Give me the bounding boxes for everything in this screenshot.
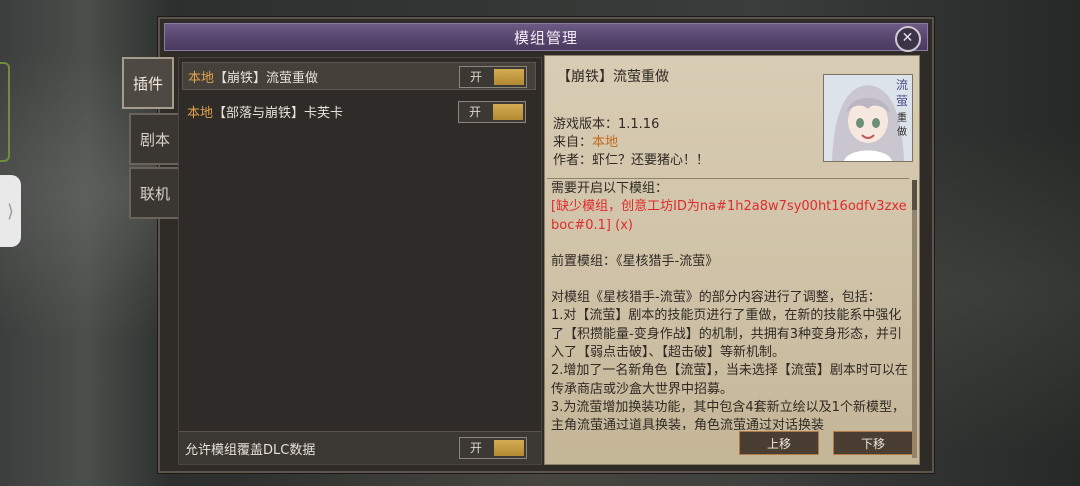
tab-multiplayer[interactable]: 联机	[129, 167, 181, 219]
toggle-label: 开	[470, 70, 483, 84]
mod-toggle[interactable]: 开	[459, 66, 527, 88]
edge-indicator	[0, 62, 10, 162]
mod-thumbnail: 流 萤 重 做	[823, 74, 913, 162]
mod-toggle[interactable]: 开	[458, 101, 526, 123]
mod-source: 本地	[187, 105, 214, 121]
mod-thumbnail-art: 流 萤 重 做	[824, 75, 912, 161]
mod-name: 【崩铁】流萤重做	[214, 70, 319, 86]
prerequisite-mod: 前置模组：《星核猎手-流萤》	[551, 253, 719, 269]
mod-origin: 来自：本地	[553, 134, 709, 152]
dlc-override-toggle[interactable]: 开	[459, 437, 527, 459]
tab-scripts-label: 剧本	[139, 130, 170, 149]
description-intro: 对模组《星核猎手-流萤》的部分内容进行了调整，包括：	[551, 290, 881, 306]
dlc-override-label: 允许模组覆盖DLC数据	[185, 442, 316, 458]
window-title: 模组管理	[513, 28, 578, 47]
toggle-label: 开	[470, 441, 483, 455]
toggle-knob	[494, 69, 524, 85]
close-icon: ✕	[901, 30, 915, 46]
thumb-char-1: 流	[896, 78, 908, 92]
edge-expand-tab[interactable]: ⟩	[0, 175, 21, 247]
scrollbar-thumb[interactable]	[912, 180, 917, 210]
thumb-char-2: 萤	[896, 94, 908, 108]
mod-list-item[interactable]: 本地 【部落与崩铁】卡芙卡 开	[182, 98, 534, 124]
mod-name: 【部落与崩铁】卡芙卡	[213, 105, 344, 121]
detail-title: 【崩铁】流萤重做	[557, 69, 669, 85]
origin-label: 来自：	[553, 135, 593, 150]
mod-list-item[interactable]: 本地 【崩铁】流萤重做 开	[182, 62, 536, 90]
move-down-button[interactable]: 下移	[833, 431, 913, 455]
chevron-right-icon: ⟩	[6, 200, 15, 222]
description-item: 2.增加了一名新角色【流萤】，当未选择【流萤】剧本时可以在传承商店或沙盒大世界中…	[551, 363, 908, 397]
move-up-label: 上移	[766, 436, 791, 451]
move-up-button[interactable]: 上移	[739, 431, 819, 455]
close-button[interactable]: ✕	[895, 26, 921, 52]
description-scrollbar[interactable]	[912, 180, 917, 458]
toggle-knob	[494, 440, 524, 456]
mod-list: 本地 【崩铁】流萤重做 开 本地 【部落与崩铁】卡芙卡 开 允许模组覆盖DLC数…	[178, 57, 542, 465]
thumb-char-4: 做	[897, 125, 907, 138]
thumb-char-3: 重	[897, 111, 907, 124]
tab-plugins-label: 插件	[132, 74, 163, 93]
dlc-override-row: 允许模组覆盖DLC数据 开	[179, 431, 541, 464]
description-item: 1.对【流萤】剧本的技能页进行了重做，在新的技能系中强化了【积攒能量-变身作战】…	[551, 308, 902, 361]
mod-source: 本地	[188, 70, 215, 86]
missing-mod-warning[interactable]: [缺少模组，创意工坊ID为na#1h2a8w7sy00ht16odfv3zxeb…	[551, 198, 909, 235]
window-titlebar: 模组管理 ✕	[164, 23, 928, 52]
origin-value: 本地	[592, 135, 619, 150]
divider	[547, 178, 909, 179]
mod-detail-panel: 【崩铁】流萤重做 流 萤 重 做 游戏版本：1.1.16 来自：本地 作者：虾仁…	[544, 55, 920, 465]
mod-meta: 游戏版本：1.1.16 来自：本地 作者：虾仁？还要猪心！！	[553, 116, 709, 170]
tab-scripts[interactable]: 剧本	[129, 113, 181, 165]
mod-author: 作者：虾仁？还要猪心！！	[553, 153, 710, 168]
requires-heading: 需要开启以下模组：	[551, 181, 669, 196]
move-down-label: 下移	[860, 436, 885, 451]
mod-version: 游戏版本：1.1.16	[553, 117, 660, 132]
description-item: 3.为流萤增加换装功能，其中包含4套新立绘以及1个新模型，主角流萤通过道具换装，…	[551, 399, 905, 430]
toggle-label: 开	[469, 105, 482, 119]
tab-multiplayer-label: 联机	[139, 184, 170, 203]
mod-description: 需要开启以下模组： [缺少模组，创意工坊ID为na#1h2a8w7sy00ht1…	[551, 180, 909, 430]
toggle-knob	[493, 104, 523, 120]
tab-plugins[interactable]: 插件	[122, 57, 174, 109]
